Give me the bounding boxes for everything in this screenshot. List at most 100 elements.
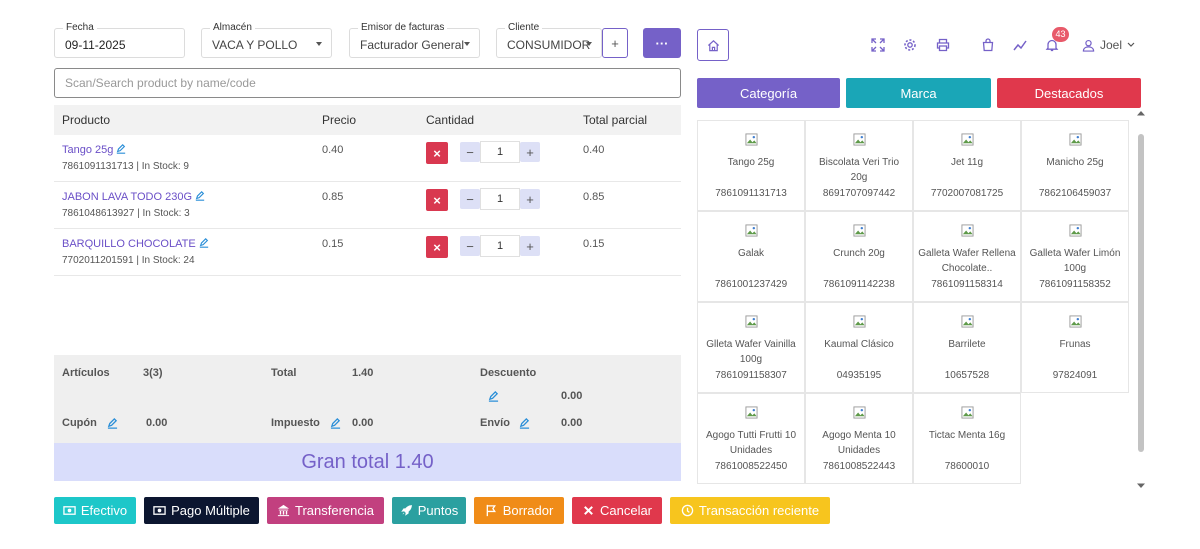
- product-card-name: Galleta Wafer Rellena Chocolate..: [918, 248, 1016, 274]
- almacen-value: VACA Y POLLO: [212, 38, 298, 52]
- remove-item-button[interactable]: ×: [426, 189, 448, 211]
- edit-discount-icon[interactable]: [488, 391, 499, 402]
- product-card-name: Manicho 25g: [1046, 157, 1104, 168]
- edit-icon[interactable]: [116, 144, 126, 154]
- remove-item-button[interactable]: ×: [426, 236, 448, 258]
- edit-tax-icon[interactable]: [330, 418, 341, 429]
- product-card[interactable]: Biscolata Veri Trio 20g 8691707097442: [805, 120, 913, 211]
- more-button[interactable]: ···: [643, 28, 681, 58]
- fecha-field[interactable]: Fecha 09-11-2025: [54, 22, 185, 58]
- quantity-input[interactable]: 1: [480, 141, 520, 163]
- grand-total: Gran total 1.40: [54, 443, 681, 481]
- scroll-up-arrow[interactable]: [1137, 110, 1145, 116]
- product-meta: 7861091131713 | In Stock: 9: [62, 161, 189, 172]
- product-card[interactable]: Crunch 20g 7861091142238: [805, 211, 913, 302]
- tab-marca[interactable]: Marca: [846, 78, 991, 108]
- product-card[interactable]: Agogo Menta 10 Unidades 7861008522443: [805, 393, 913, 484]
- product-card-code: 7861091131713: [715, 188, 787, 199]
- scroll-down-arrow[interactable]: [1137, 483, 1145, 489]
- increase-qty-button[interactable]: +: [520, 189, 540, 209]
- product-card[interactable]: Glleta Wafer Vainilla 100g 7861091158307: [697, 302, 805, 393]
- product-card[interactable]: Galleta Wafer Limón 100g 7861091158352: [1021, 211, 1129, 302]
- print-icon[interactable]: [936, 38, 950, 52]
- product-stock: In Stock: 3: [142, 208, 190, 219]
- product-card-code: 7861091158307: [715, 370, 787, 381]
- product-card-code: 7861008522443: [822, 461, 896, 472]
- increase-qty-button[interactable]: +: [520, 142, 540, 162]
- product-search[interactable]: [54, 68, 681, 98]
- remove-item-button[interactable]: ×: [426, 142, 448, 164]
- cliente-select[interactable]: Cliente CONSUMIDOR: [496, 22, 602, 58]
- increase-qty-button[interactable]: +: [520, 236, 540, 256]
- product-stock: In Stock: 24: [141, 255, 195, 266]
- product-card[interactable]: Kaumal Clásico 04935195: [805, 302, 913, 393]
- col-producto: Producto: [62, 113, 111, 127]
- broken-image-icon: [1069, 224, 1082, 237]
- edit-shipping-icon[interactable]: [519, 418, 530, 429]
- product-name-link[interactable]: JABON LAVA TODO 230G: [62, 191, 205, 203]
- product-meta: 7702011201591 | In Stock: 24: [62, 255, 195, 266]
- pago-multiple-button[interactable]: Pago Múltiple: [144, 497, 259, 524]
- product-card[interactable]: Frunas 97824091: [1021, 302, 1129, 393]
- product-card[interactable]: Barrilete 10657528: [913, 302, 1021, 393]
- clock-icon: [681, 504, 694, 517]
- product-card[interactable]: Galak 7861001237429: [697, 211, 805, 302]
- reciente-label: Transacción reciente: [698, 503, 820, 518]
- product-card[interactable]: Agogo Tutti Frutti 10 Unidades 7861008522…: [697, 393, 805, 484]
- product-card[interactable]: Tango 25g 7861091131713: [697, 120, 805, 211]
- user-icon: [1082, 39, 1095, 52]
- cupon-label: Cupón: [62, 417, 97, 429]
- user-menu[interactable]: Joel: [1082, 38, 1135, 52]
- product-name-link[interactable]: Tango 25g: [62, 144, 126, 156]
- product-card-name: Jet 11g: [950, 157, 984, 168]
- decrease-qty-button[interactable]: −: [460, 189, 480, 209]
- chevron-down-icon: [1127, 42, 1135, 47]
- cancelar-button[interactable]: Cancelar: [572, 497, 662, 524]
- edit-icon[interactable]: [199, 238, 209, 248]
- add-client-button[interactable]: +: [602, 28, 628, 58]
- product-card-code: 7861001237429: [714, 279, 788, 290]
- almacen-select[interactable]: Almacén VACA Y POLLO: [201, 22, 332, 58]
- product-code: 7861091131713: [62, 161, 134, 172]
- product-card[interactable]: Tictac Menta 16g 78600010: [913, 393, 1021, 484]
- articulos-value: 3(3): [143, 367, 163, 379]
- transaccion-reciente-button[interactable]: Transacción reciente: [670, 497, 830, 524]
- product-card[interactable]: Galleta Wafer Rellena Chocolate.. 7861091…: [913, 211, 1021, 302]
- rocket-icon: [401, 505, 412, 516]
- tab-categoria[interactable]: Categoría: [697, 78, 840, 108]
- puntos-button[interactable]: Puntos: [392, 497, 466, 524]
- transferencia-button[interactable]: Transferencia: [267, 497, 384, 524]
- tab-destacados[interactable]: Destacados: [997, 78, 1141, 108]
- quantity-input[interactable]: 1: [480, 235, 520, 257]
- chart-icon[interactable]: [1013, 38, 1027, 52]
- settings-icon[interactable]: [903, 38, 917, 52]
- product-price: 0.15: [322, 238, 344, 250]
- product-card-name: Tictac Menta 16g: [928, 430, 1006, 441]
- borrador-button[interactable]: Borrador: [474, 497, 564, 524]
- efectivo-button[interactable]: Efectivo: [54, 497, 136, 524]
- descuento-value: 0.00: [561, 390, 583, 402]
- broken-image-icon: [1069, 133, 1082, 146]
- product-card[interactable]: Manicho 25g 7862106459037: [1021, 120, 1129, 211]
- product-card-name: Crunch 20g: [833, 248, 885, 259]
- search-input[interactable]: [55, 69, 680, 97]
- fecha-value: 09-11-2025: [65, 38, 126, 52]
- product-card-name: Glleta Wafer Vainilla 100g: [706, 339, 796, 365]
- scroll-thumb[interactable]: [1138, 134, 1144, 452]
- emisor-select[interactable]: Emisor de facturas Facturador General: [349, 22, 480, 58]
- fullscreen-icon[interactable]: [871, 38, 885, 52]
- decrease-qty-button[interactable]: −: [460, 236, 480, 256]
- quantity-input[interactable]: 1: [480, 188, 520, 210]
- bag-icon[interactable]: [981, 38, 995, 52]
- edit-coupon-icon[interactable]: [107, 418, 118, 429]
- home-button[interactable]: [697, 29, 729, 61]
- home-icon: [707, 39, 719, 51]
- cupon-value: 0.00: [146, 417, 168, 429]
- broken-image-icon: [1069, 315, 1082, 328]
- table-row: Tango 25g 7861091131713 | In Stock: 9 0.40…: [54, 135, 681, 182]
- product-name-link[interactable]: BARQUILLO CHOCOLATE: [62, 238, 209, 250]
- edit-icon[interactable]: [195, 191, 205, 201]
- product-card[interactable]: Jet 11g 7702007081725: [913, 120, 1021, 211]
- table-header: Producto Precio Cantidad Total parcial: [54, 105, 681, 135]
- decrease-qty-button[interactable]: −: [460, 142, 480, 162]
